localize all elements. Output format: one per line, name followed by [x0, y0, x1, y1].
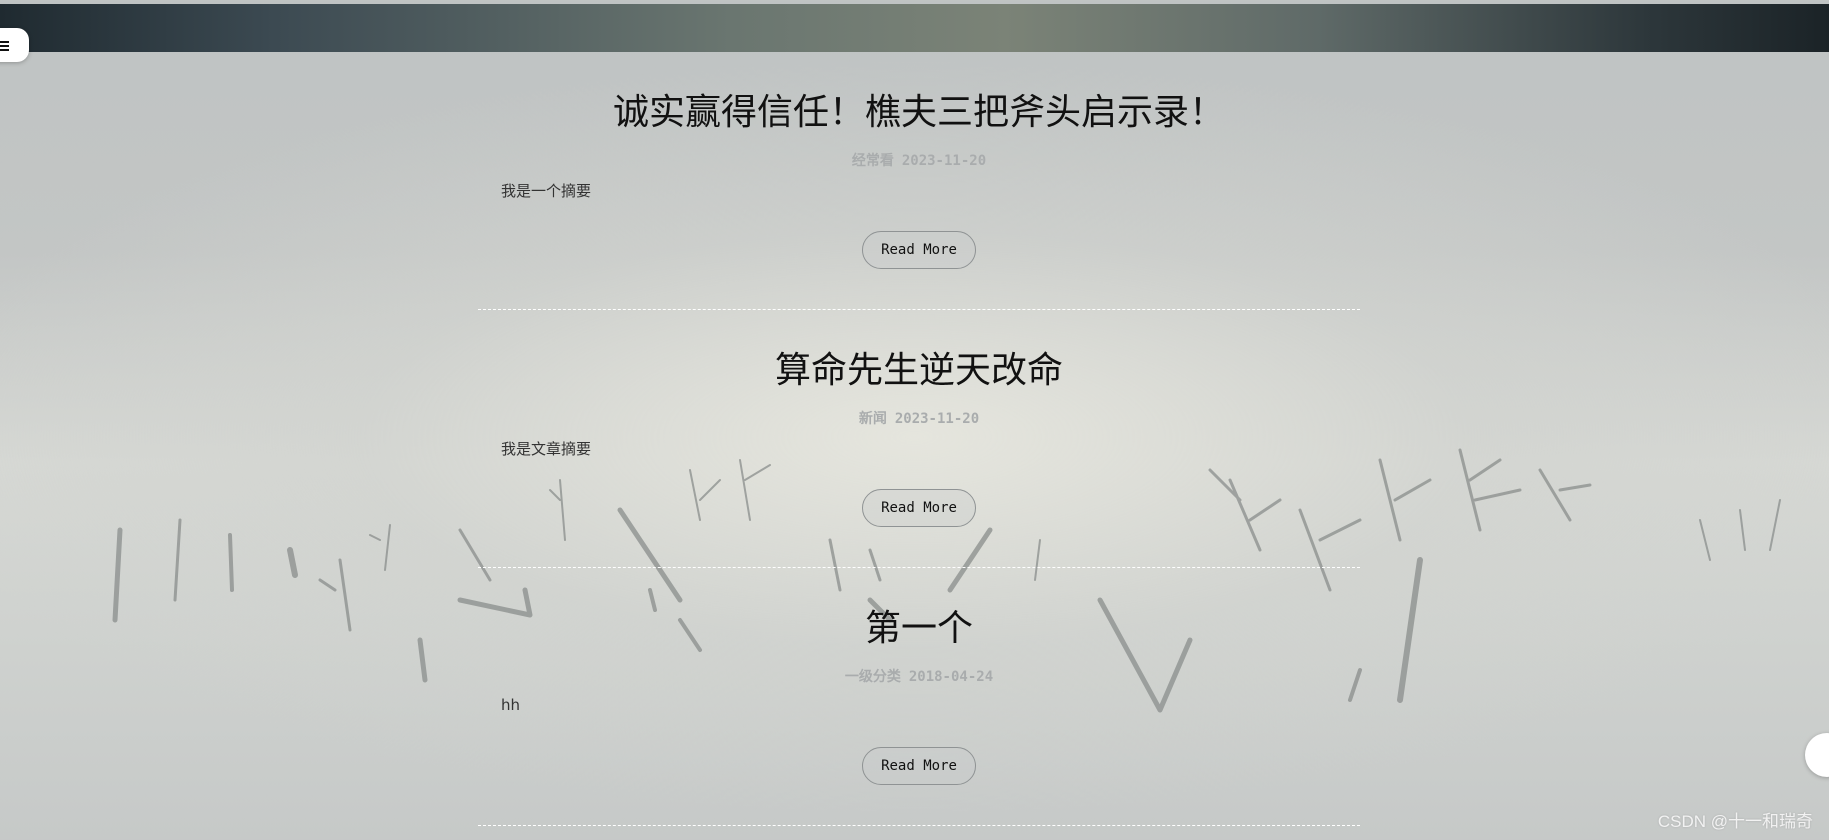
post-list: 诚实赢得信任！樵夫三把斧头启示录！ 经常看 2023-11-20 我是一个摘要 R… — [478, 52, 1360, 826]
post-date: 2023-11-20 — [894, 411, 980, 427]
post-item: 诚实赢得信任！樵夫三把斧头启示录！ 经常看 2023-11-20 我是一个摘要 R… — [478, 52, 1360, 310]
post-item: 算命先生逆天改命 新闻 2023-11-20 我是文章摘要 Read More — [478, 310, 1360, 568]
post-category[interactable]: 一级分类 — [845, 669, 901, 685]
post-title[interactable]: 诚实赢得信任！樵夫三把斧头启示录！ — [478, 90, 1360, 134]
post-category[interactable]: 经常看 — [852, 153, 894, 169]
post-item: 第一个 一级分类 2018-04-24 hh Read More — [478, 568, 1360, 826]
read-more-button[interactable]: Read More — [862, 231, 976, 269]
post-category[interactable]: 新闻 — [859, 411, 887, 427]
floating-side-button[interactable] — [1805, 733, 1829, 777]
read-more-button[interactable]: Read More — [862, 747, 976, 785]
hamburger-icon — [0, 40, 9, 51]
post-summary: 我是文章摘要 — [501, 440, 592, 458]
watermark: CSDN @十一和瑞奇 — [1657, 812, 1813, 831]
post-title[interactable]: 算命先生逆天改命 — [478, 348, 1360, 392]
post-summary: hh — [501, 696, 521, 714]
post-date: 2023-11-20 — [901, 153, 987, 169]
post-title[interactable]: 第一个 — [478, 606, 1360, 650]
post-date: 2018-04-24 — [908, 669, 994, 685]
post-meta: 经常看 2023-11-20 — [478, 150, 1360, 170]
menu-toggle-button[interactable] — [0, 28, 29, 62]
post-meta: 一级分类 2018-04-24 — [478, 666, 1360, 686]
read-more-button[interactable]: Read More — [862, 489, 976, 527]
top-banner — [0, 4, 1829, 52]
post-meta: 新闻 2023-11-20 — [478, 408, 1360, 428]
post-summary: 我是一个摘要 — [501, 182, 592, 200]
